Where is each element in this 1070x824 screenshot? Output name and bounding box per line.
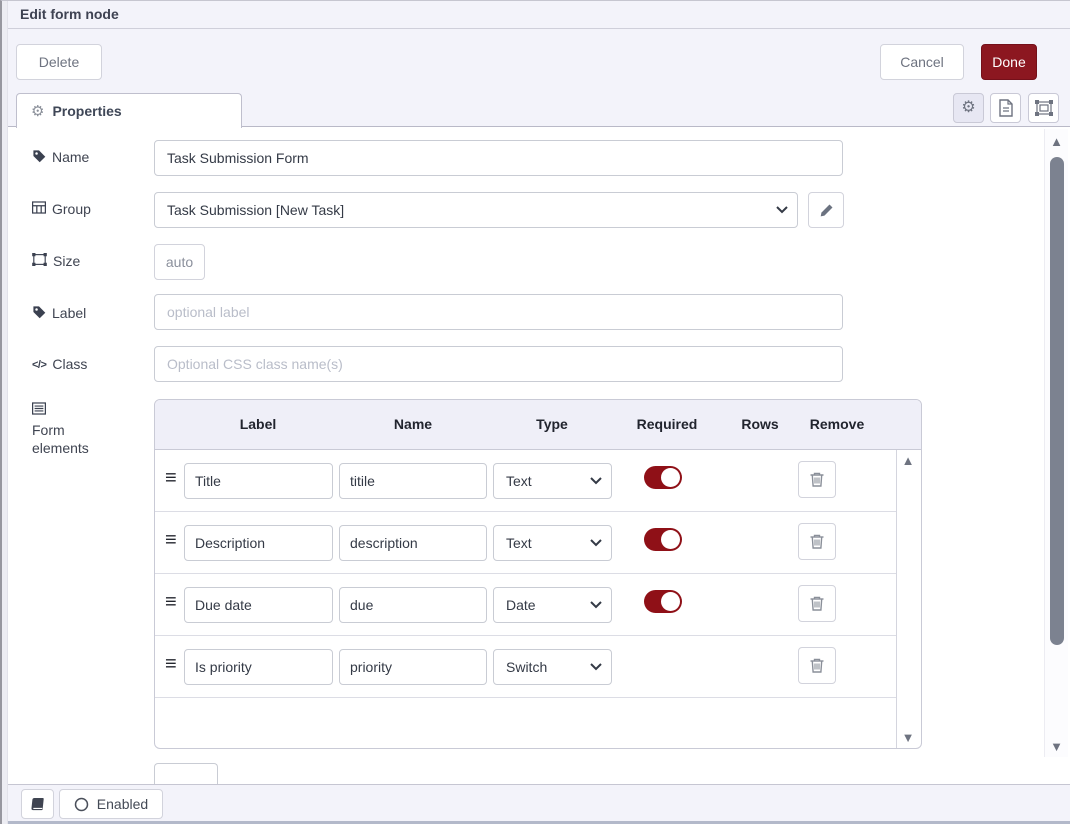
trash-icon (809, 657, 825, 674)
form-elements-label: Form elements (32, 401, 124, 457)
gear-icon: ⚙ (31, 104, 44, 119)
toggle-knob (661, 468, 680, 487)
done-button[interactable]: Done (981, 44, 1037, 80)
properties-view-button[interactable]: ⚙ (953, 93, 984, 123)
label-input[interactable] (154, 294, 843, 330)
group-select[interactable]: Task Submission [New Task] (154, 192, 798, 228)
edit-form-node-dialog: Edit form node Delete Cancel Done ⚙ Prop… (0, 0, 1070, 824)
element-type-select-wrap: Text (493, 463, 612, 499)
node-enabled-toggle[interactable]: Enabled (59, 789, 163, 819)
drag-handle-icon[interactable]: ≡ (165, 653, 177, 676)
element-type-select[interactable]: Text (493, 463, 612, 499)
tab-properties-label: Properties (52, 103, 121, 119)
tag-icon (32, 149, 46, 163)
col-header-required: Required (637, 416, 698, 432)
dialog-title: Edit form node (20, 6, 119, 22)
dialog-titlebar: Edit form node (8, 1, 1070, 29)
required-toggle[interactable] (644, 528, 682, 551)
element-type-select[interactable]: Text (493, 525, 612, 561)
class-field-label: </> Class (32, 355, 150, 374)
element-label-input[interactable] (184, 587, 333, 623)
description-view-button[interactable] (990, 93, 1021, 123)
circle-icon (74, 797, 89, 812)
scroll-up-icon[interactable]: ▲ (902, 454, 915, 467)
element-label-input[interactable] (184, 463, 333, 499)
size-field-label: Size (32, 252, 150, 270)
element-name-input[interactable] (339, 525, 487, 561)
form-elements-table: Label Name Type Required Rows Remove ≡ T… (154, 399, 922, 749)
toggle-knob (661, 530, 680, 549)
remove-element-button[interactable] (798, 461, 836, 498)
trash-icon (809, 471, 825, 488)
scrollbar-thumb[interactable] (1050, 157, 1064, 645)
element-name-input[interactable] (339, 587, 487, 623)
list-icon (32, 402, 46, 415)
label-field-label: Label (32, 304, 150, 322)
remove-element-button[interactable] (798, 647, 836, 684)
drag-handle-icon[interactable]: ≡ (165, 529, 177, 552)
form-element-row: ≡ Date (155, 574, 896, 636)
col-header-name: Name (394, 416, 432, 432)
element-label-input[interactable] (184, 525, 333, 561)
element-label-input[interactable] (184, 649, 333, 685)
form-elements-rows: ≡ Text ≡ Text (155, 450, 921, 749)
tag-icon (32, 305, 46, 319)
toggle-knob (661, 592, 680, 611)
scroll-down-icon[interactable]: ▼ (1050, 740, 1063, 753)
element-type-select-wrap: Date (493, 587, 612, 623)
remove-element-button[interactable] (798, 523, 836, 560)
table-scrollbar[interactable]: ▲ ▼ (897, 454, 919, 744)
element-type-select-wrap: Switch (493, 649, 612, 685)
form-element-row: ≡ Text (155, 450, 896, 512)
element-type-select-wrap: Text (493, 525, 612, 561)
scroll-up-icon[interactable]: ▲ (1050, 135, 1063, 148)
name-field-label: Name (32, 148, 150, 166)
required-toggle[interactable] (644, 466, 682, 489)
table-icon (32, 201, 46, 214)
required-toggle[interactable] (644, 590, 682, 613)
pencil-icon (819, 203, 834, 218)
tab-bar: ⚙ Properties ⚙ (8, 91, 1070, 127)
form-elements-table-header: Label Name Type Required Rows Remove (155, 400, 921, 450)
gear-icon: ⚙ (961, 100, 975, 116)
class-input[interactable] (154, 346, 843, 382)
enabled-label: Enabled (97, 796, 148, 812)
code-icon: </> (32, 356, 46, 374)
size-button[interactable]: auto (154, 244, 205, 280)
drag-handle-icon[interactable]: ≡ (165, 591, 177, 614)
object-group-icon (1035, 100, 1053, 116)
col-header-label: Label (240, 416, 277, 432)
element-type-select[interactable]: Date (493, 587, 612, 623)
edit-group-button[interactable] (808, 192, 844, 228)
dialog-button-row: Delete Cancel Done (8, 29, 1070, 91)
dialog-footer: Enabled (8, 784, 1070, 824)
delete-button[interactable]: Delete (16, 44, 102, 80)
col-header-remove: Remove (810, 416, 864, 432)
book-icon (30, 797, 45, 812)
add-element-button-partial[interactable] (154, 763, 218, 785)
trash-icon (809, 533, 825, 550)
node-help-button[interactable] (21, 789, 54, 819)
drag-handle-icon[interactable]: ≡ (165, 467, 177, 490)
appearance-view-button[interactable] (1028, 93, 1059, 123)
object-group-icon (32, 253, 47, 266)
scroll-down-icon[interactable]: ▼ (902, 731, 915, 744)
trash-icon (809, 595, 825, 612)
element-name-input[interactable] (339, 463, 487, 499)
element-name-input[interactable] (339, 649, 487, 685)
element-type-select[interactable]: Switch (493, 649, 612, 685)
form-element-row: ≡ Switch (155, 636, 896, 698)
cancel-button[interactable]: Cancel (880, 44, 964, 80)
tab-properties[interactable]: ⚙ Properties (16, 93, 242, 128)
col-header-type: Type (536, 416, 568, 432)
col-header-rows: Rows (741, 416, 778, 432)
form-element-row: ≡ Text (155, 512, 896, 574)
document-icon (998, 99, 1014, 117)
group-select-wrap: Task Submission [New Task] (154, 192, 798, 228)
group-field-label: Group (32, 200, 150, 218)
main-scrollbar[interactable]: ▲ ▼ (1044, 129, 1068, 757)
properties-panel: Name Group Task Submission [New Task] (8, 127, 1070, 785)
remove-element-button[interactable] (798, 585, 836, 622)
name-input[interactable] (154, 140, 843, 176)
